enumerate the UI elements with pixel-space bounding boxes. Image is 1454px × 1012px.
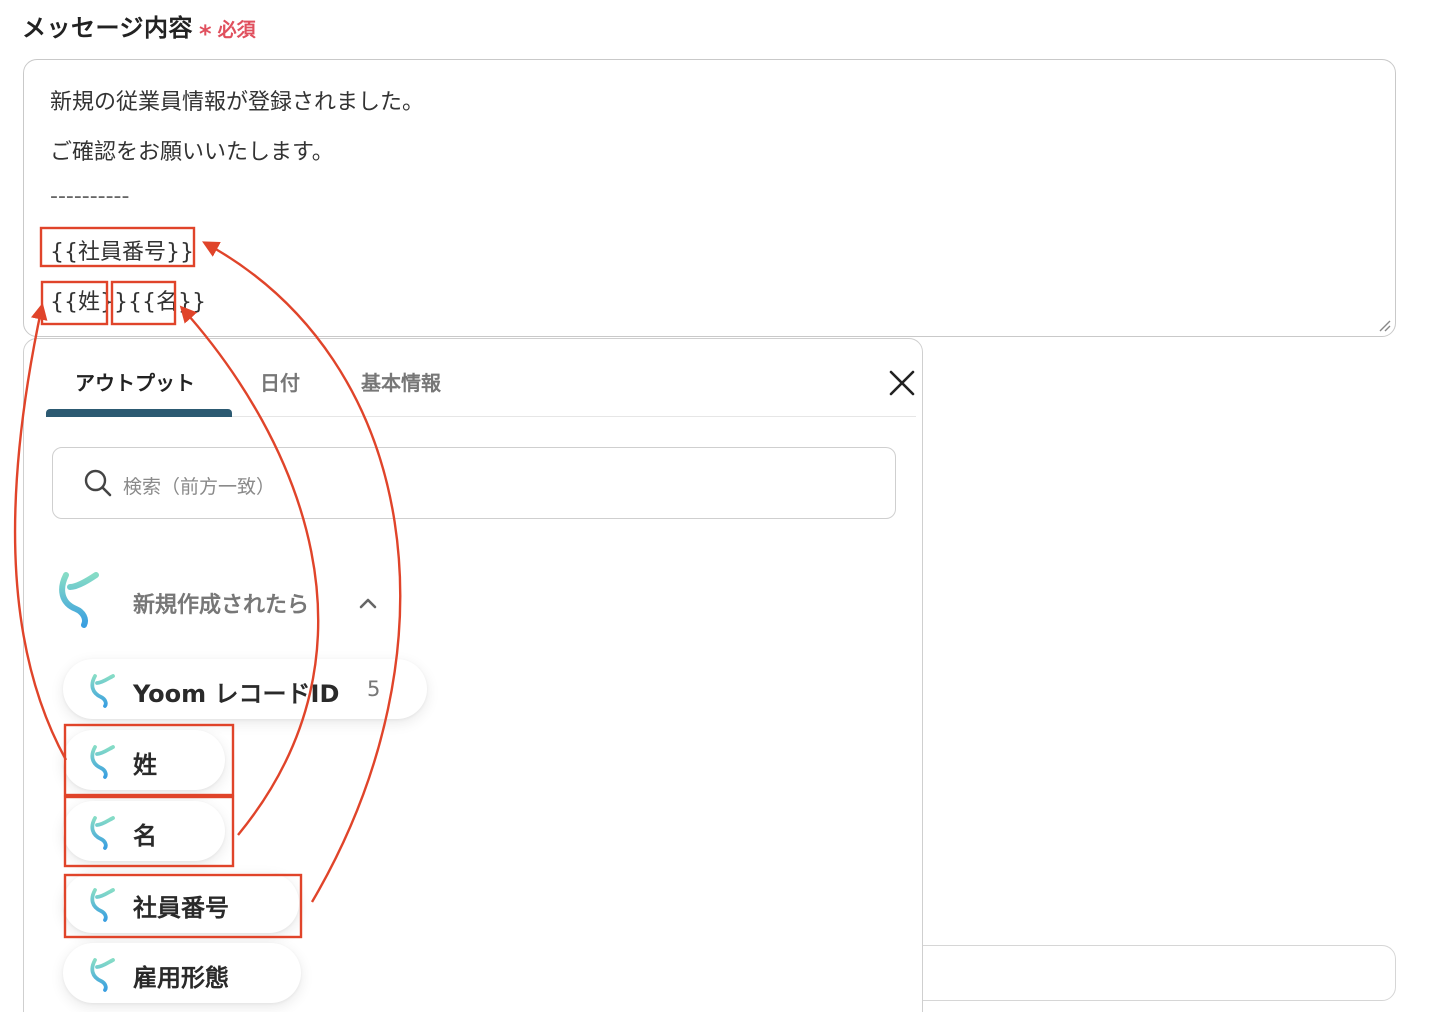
yoom-logo-icon (90, 745, 115, 779)
output-item-last-name[interactable]: 姓 (63, 730, 225, 790)
active-tab-indicator (46, 409, 232, 417)
message-textarea[interactable]: 新規の従業員情報が登録されました。 ご確認をお願いいたします。 --------… (23, 59, 1396, 337)
tab-output[interactable]: アウトプット (75, 367, 195, 396)
item-value: 5 (367, 677, 381, 701)
yoom-logo-icon (90, 816, 115, 850)
tab-bar: アウトプット 日付 基本情報 (46, 339, 916, 417)
yoom-logo-icon (90, 674, 115, 708)
yoom-logo-icon (90, 958, 115, 992)
close-icon[interactable] (886, 367, 918, 399)
search-icon (84, 469, 112, 497)
message-divider-line: ---------- (50, 184, 130, 209)
output-item-record-id[interactable]: Yoom レコードID 5 (63, 659, 427, 719)
field-title: メッセージ内容 (22, 14, 194, 42)
item-label: 社員番号 (133, 894, 229, 922)
yoom-logo-icon (90, 888, 115, 922)
search-input[interactable]: 検索（前方一致） (52, 447, 896, 519)
item-label: 雇用形態 (133, 964, 229, 992)
search-placeholder: 検索（前方一致） (123, 476, 276, 498)
required-star: * (199, 20, 212, 48)
output-picker-popup: アウトプット 日付 基本情報 検索（前方一致） 新規作成されたら Yoom レコ… (23, 338, 923, 1012)
message-line: 新規の従業員情報が登録されました。 (50, 90, 425, 115)
output-item-employment-type[interactable]: 雇用形態 (63, 943, 301, 1003)
trigger-group-header[interactable]: 新規作成されたら (56, 569, 396, 633)
tab-basic-info[interactable]: 基本情報 (361, 367, 441, 396)
item-label: Yoom レコードID (133, 680, 340, 708)
item-label: 姓 (133, 751, 157, 779)
message-line-name: {{姓}}{{名}} (50, 290, 206, 315)
resize-handle-icon[interactable] (1377, 318, 1391, 332)
item-label: 名 (133, 822, 157, 850)
trigger-group-label: 新規作成されたら (133, 593, 310, 618)
message-field-label: メッセージ内容 * 必須 (22, 8, 256, 48)
output-item-employee-number[interactable]: 社員番号 (63, 873, 299, 933)
yoom-logo-icon (59, 572, 99, 628)
output-item-first-name[interactable]: 名 (63, 801, 225, 861)
tab-date[interactable]: 日付 (260, 367, 300, 396)
required-text: 必須 (217, 19, 256, 41)
message-line: ご確認をお願いいたします。 (50, 140, 334, 165)
message-line-employee-number: {{社員番号}} (50, 240, 194, 265)
next-input-field[interactable] (880, 945, 1396, 1001)
chevron-up-icon[interactable] (356, 591, 380, 615)
